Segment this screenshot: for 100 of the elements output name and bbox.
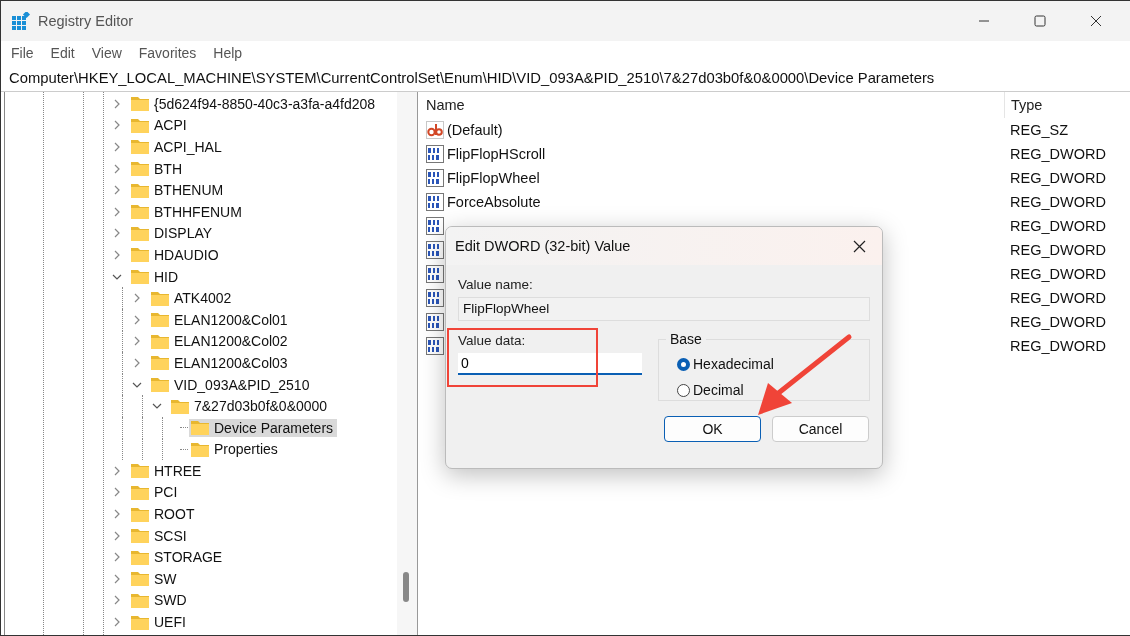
- tree-item[interactable]: DISPLAY: [129, 224, 217, 243]
- tree-item[interactable]: BTH: [129, 159, 186, 178]
- field-label: Value data:: [458, 333, 527, 348]
- menu-item[interactable]: View: [91, 45, 122, 61]
- expand-chevron-icon[interactable]: [112, 573, 122, 584]
- radio-option[interactable]: Hexadecimal: [677, 351, 859, 377]
- tree-item[interactable]: SW: [129, 569, 181, 588]
- expand-chevron-icon[interactable]: [132, 314, 142, 325]
- binary-value-icon: [426, 337, 444, 355]
- expand-chevron-icon[interactable]: [112, 595, 122, 606]
- column-header[interactable]: Type: [1004, 92, 1043, 118]
- binary-value-icon: [426, 289, 444, 307]
- folder-icon: [131, 571, 149, 587]
- tree-item[interactable]: HTREE: [129, 461, 206, 480]
- menu-item[interactable]: File: [11, 45, 34, 61]
- tree-item[interactable]: HDAUDIO: [129, 245, 223, 264]
- tree-item[interactable]: ACPI_HAL: [129, 138, 226, 156]
- value-name: ForceAbsolute: [447, 194, 541, 210]
- binary-value-icon: [426, 313, 444, 331]
- column-header[interactable]: Name: [422, 97, 1004, 113]
- close-icon[interactable]: [853, 239, 866, 253]
- tree-item[interactable]: BTHENUM: [129, 181, 228, 200]
- expand-chevron-icon[interactable]: [112, 185, 122, 196]
- expand-chevron-icon[interactable]: [132, 293, 142, 304]
- expand-chevron-icon[interactable]: [112, 509, 122, 520]
- expand-chevron-icon[interactable]: [112, 98, 122, 109]
- tree-item[interactable]: SCSI: [129, 526, 191, 545]
- folder-icon: [131, 269, 149, 285]
- value-name: FlipFlopHScroll: [447, 146, 546, 162]
- binary-value-icon: [426, 241, 444, 259]
- tree-item[interactable]: ELAN1200&Col03: [149, 353, 292, 372]
- folder-icon: [131, 247, 149, 263]
- expand-chevron-icon[interactable]: [112, 530, 122, 541]
- expand-chevron-icon[interactable]: [112, 163, 122, 174]
- window-title: Registry Editor: [38, 13, 134, 29]
- folder-icon: [191, 441, 209, 457]
- tree-item[interactable]: STORAGE: [129, 548, 227, 567]
- registry-editor-icon: [12, 12, 30, 30]
- value-name-field[interactable]: FlipFlopWheel: [458, 297, 870, 321]
- menu-item[interactable]: Help: [213, 45, 243, 61]
- value-type: REG_DWORD: [1009, 314, 1106, 330]
- ok-button[interactable]: OK: [664, 416, 761, 442]
- tree-item[interactable]: HID: [129, 267, 183, 286]
- tree-item[interactable]: ATK4002: [149, 289, 236, 308]
- folder-icon: [171, 398, 189, 414]
- expand-chevron-icon[interactable]: [112, 617, 122, 628]
- expand-chevron-icon[interactable]: [112, 120, 122, 131]
- tree-item[interactable]: ACPI: [129, 116, 191, 135]
- tree-item[interactable]: Properties: [189, 440, 282, 459]
- expand-chevron-icon[interactable]: [112, 249, 122, 260]
- folder-icon: [131, 528, 149, 544]
- tree-item[interactable]: {5d624f94-8850-40c3-a3fa-a4fd208: [129, 94, 380, 113]
- close-icon[interactable]: [1090, 15, 1102, 27]
- value-type: REG_DWORD: [1009, 194, 1106, 210]
- tree-item[interactable]: ELAN1200&Col01: [149, 310, 292, 329]
- tree-item[interactable]: BTHHFENUM: [129, 202, 246, 221]
- folder-icon: [131, 161, 149, 177]
- value-name: FlipFlopWheel: [447, 170, 540, 186]
- folder-icon: [131, 96, 149, 112]
- value-type: REG_DWORD: [1009, 170, 1106, 186]
- tree-item[interactable]: PCI: [129, 483, 182, 502]
- value-name: (Default): [447, 122, 503, 138]
- expand-chevron-icon[interactable]: [112, 206, 122, 217]
- tree-item[interactable]: ELAN1200&Col02: [149, 332, 292, 351]
- menu-item[interactable]: Edit: [50, 45, 75, 61]
- folder-icon: [131, 463, 149, 479]
- expand-chevron-icon[interactable]: [132, 357, 142, 368]
- folder-icon: [131, 139, 149, 155]
- folder-icon: [151, 312, 169, 328]
- value-type: REG_DWORD: [1009, 146, 1106, 162]
- tree-item[interactable]: 7&27d03b0f&0&0000: [169, 397, 332, 416]
- menu-item[interactable]: Favorites: [138, 45, 197, 61]
- maximize-icon[interactable]: [1034, 15, 1046, 27]
- radio-option[interactable]: Decimal: [677, 377, 859, 403]
- tree-item[interactable]: ROOT: [129, 505, 199, 524]
- tree-item[interactable]: Device Parameters: [189, 418, 338, 437]
- expand-chevron-icon[interactable]: [112, 487, 122, 498]
- expand-chevron-icon[interactable]: [112, 228, 122, 239]
- value-type: REG_DWORD: [1009, 338, 1106, 354]
- scrollbar-thumb[interactable]: [403, 572, 409, 602]
- radio-button[interactable]: [677, 357, 690, 371]
- expand-chevron-icon[interactable]: [112, 142, 122, 152]
- value-type: REG_DWORD: [1009, 266, 1106, 282]
- folder-icon: [131, 117, 149, 133]
- expand-chevron-icon[interactable]: [112, 465, 122, 476]
- folder-icon: [131, 592, 149, 608]
- expand-chevron-icon[interactable]: [132, 336, 142, 347]
- expand-chevron-icon[interactable]: [112, 552, 122, 563]
- tree-item[interactable]: UEFI: [129, 613, 190, 632]
- radio-button[interactable]: [677, 383, 690, 397]
- folder-icon: [131, 614, 149, 630]
- binary-value-icon: [426, 217, 444, 235]
- tree-item[interactable]: SWD: [129, 591, 191, 610]
- tree-item[interactable]: VID_093A&PID_2510: [149, 375, 314, 394]
- value-data-field[interactable]: 0: [458, 353, 642, 375]
- binary-value-icon: [426, 169, 444, 187]
- address-bar[interactable]: Computer\HKEY_LOCAL_MACHINE\SYSTEM\CurrentControlSet\Enum\HID\VID_093A&PID_2510\7&27d03b0f&0&0000\Device Parameters: [1, 65, 1130, 92]
- value-type: REG_DWORD: [1009, 242, 1106, 258]
- value-type: REG_DWORD: [1009, 290, 1106, 306]
- cancel-button[interactable]: Cancel: [772, 416, 869, 442]
